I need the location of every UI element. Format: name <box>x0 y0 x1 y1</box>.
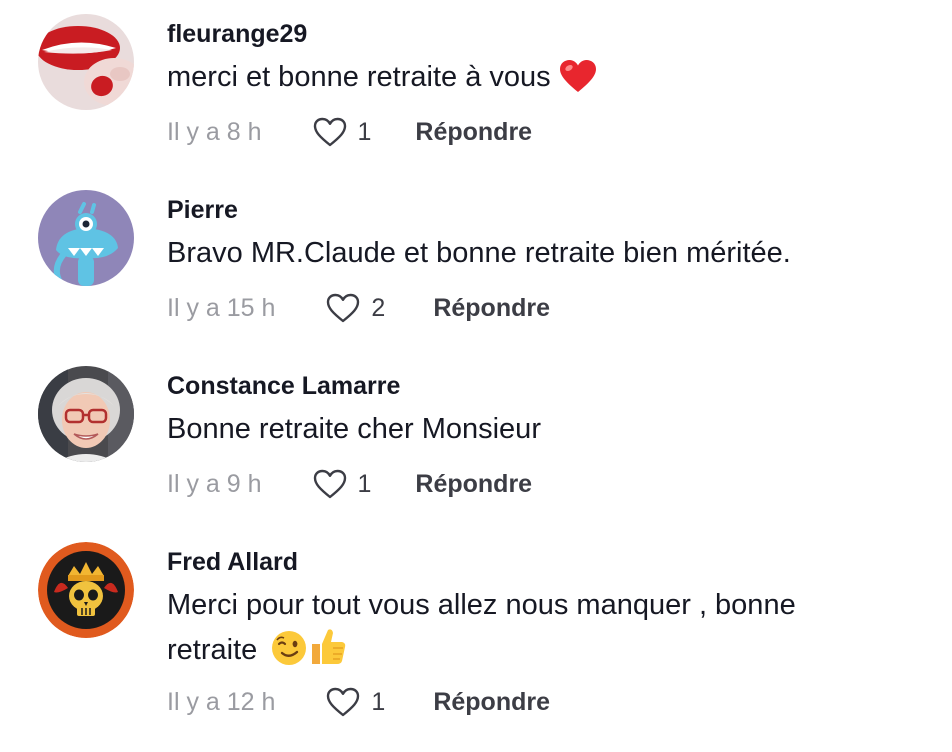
comment-text: Bravo MR.Claude et bonne retraite bien m… <box>167 237 791 269</box>
like-button[interactable]: 1 <box>312 468 372 500</box>
comment-meta: Il y a 12 h 1 Répondre <box>167 686 550 718</box>
heart-outline-icon <box>327 293 360 323</box>
comment-time: Il y a 15 h <box>167 293 276 322</box>
heart-outline-icon <box>313 117 346 147</box>
comment-text: Merci pour tout vous allez nous manquer … <box>167 589 796 621</box>
reply-button[interactable]: Répondre <box>433 688 550 717</box>
like-button[interactable]: 2 <box>325 292 385 324</box>
like-count: 1 <box>371 687 386 716</box>
comment-text-line2: retraite <box>167 626 347 678</box>
like-button[interactable]: 1 <box>325 686 385 718</box>
heart-outline-icon <box>313 469 346 499</box>
comment-username[interactable]: Fred Allard <box>167 548 298 577</box>
thumbs-up-emoji-icon <box>309 626 347 678</box>
heart-outline-icon <box>327 687 360 717</box>
like-count: 1 <box>357 117 372 146</box>
comment-username[interactable]: Constance Lamarre <box>167 372 400 401</box>
comment-time: Il y a 12 h <box>167 687 276 716</box>
elderly-woman-avatar-icon <box>38 366 134 462</box>
comment-meta: Il y a 15 h 2 Répondre <box>167 292 550 324</box>
like-button[interactable]: 1 <box>312 116 372 148</box>
like-count: 1 <box>357 469 372 498</box>
blue-monster-avatar-icon <box>38 190 134 286</box>
avatar[interactable] <box>38 190 134 286</box>
heart-emoji-icon <box>559 59 597 105</box>
comment-text-content: merci et bonne retraite à vous <box>167 61 551 93</box>
comment-meta: Il y a 9 h 1 Répondre <box>167 468 532 500</box>
comment-text: merci et bonne retraite à vous <box>167 56 597 105</box>
comment-username[interactable]: fleurange29 <box>167 20 307 49</box>
avatar[interactable] <box>38 366 134 462</box>
skull-crown-avatar-icon <box>38 542 134 638</box>
comment-text-content: retraite <box>167 634 258 666</box>
like-count: 2 <box>371 293 386 322</box>
reply-button[interactable]: Répondre <box>415 118 532 147</box>
lips-avatar-icon <box>38 14 134 110</box>
avatar[interactable] <box>38 542 134 638</box>
reply-button[interactable]: Répondre <box>415 470 532 499</box>
comment-time: Il y a 8 h <box>167 117 262 146</box>
comment-meta: Il y a 8 h 1 Répondre <box>167 116 532 148</box>
comment-username[interactable]: Pierre <box>167 196 238 225</box>
avatar[interactable] <box>38 14 134 110</box>
wink-emoji-icon <box>271 630 307 678</box>
comment-time: Il y a 9 h <box>167 469 262 498</box>
reply-button[interactable]: Répondre <box>433 294 550 323</box>
comment-text: Bonne retraite cher Monsieur <box>167 413 541 445</box>
